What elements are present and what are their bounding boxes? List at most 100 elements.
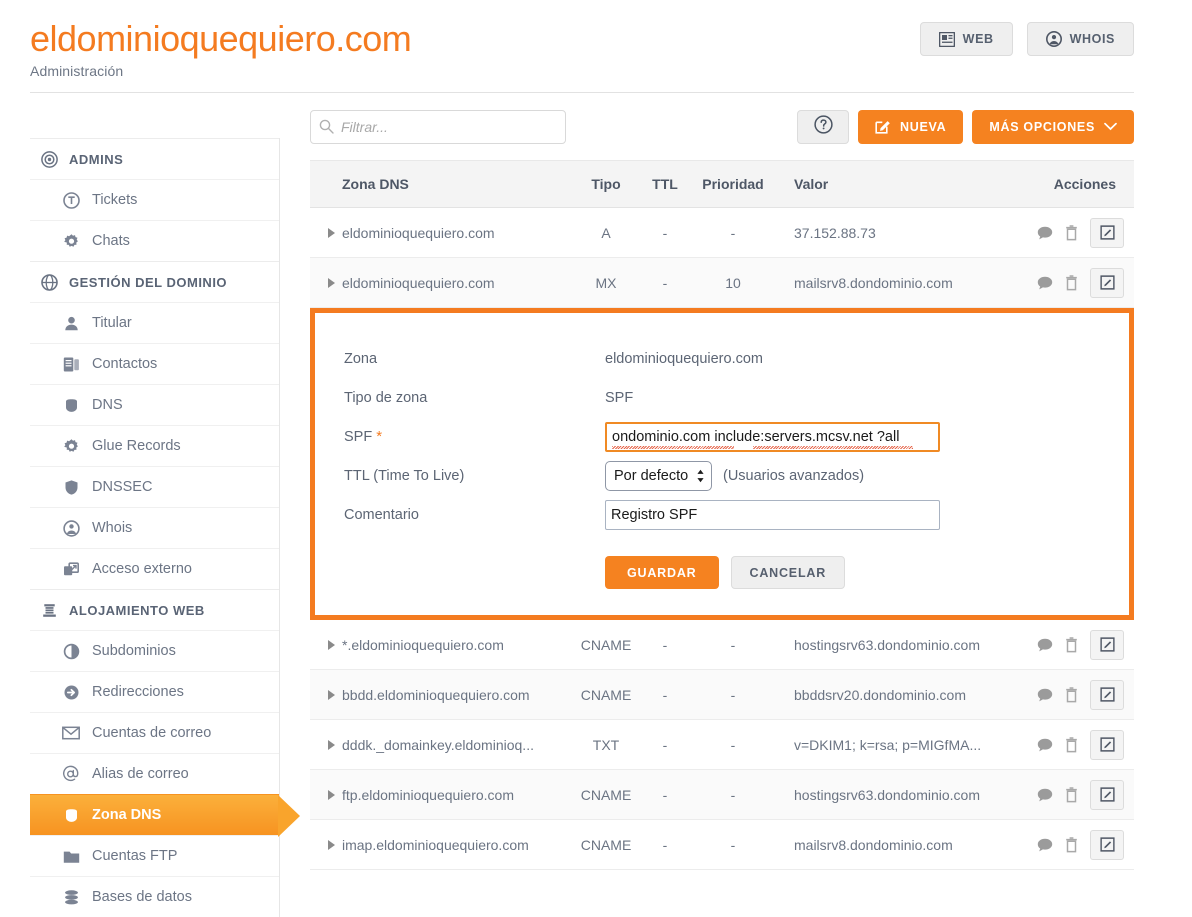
cell-zone: eldominioquequiero.com <box>342 274 495 291</box>
sidebar: ADMINS Tickets Chats GESTIÓN DEL DOMINIO… <box>30 138 300 917</box>
cell-value: hostingsrv63.dondominio.com <box>794 636 980 653</box>
caret-right-icon[interactable] <box>328 739 335 750</box>
sidebar-item-dns[interactable]: DNS <box>30 384 279 425</box>
sidebar-item-label: Zona DNS <box>92 807 162 823</box>
page-layout: ADMINS Tickets Chats GESTIÓN DEL DOMINIO… <box>0 80 1192 917</box>
sidebar-item-cuentas-de-correo[interactable]: Cuentas de correo <box>30 712 279 753</box>
comment-input[interactable] <box>605 499 940 530</box>
edit-square-icon[interactable] <box>1090 217 1124 248</box>
caret-right-icon[interactable] <box>328 639 335 650</box>
expand-cell[interactable] <box>310 839 342 850</box>
column-header-type: Tipo <box>591 176 621 192</box>
sidebar-item-tickets[interactable]: Tickets <box>30 179 279 220</box>
expand-cell[interactable] <box>310 789 342 800</box>
shield-icon <box>62 478 80 496</box>
arrow-circle-icon <box>62 683 80 701</box>
record-edit-panel: Zona eldominioquequiero.com Tipo de zona… <box>310 308 1134 620</box>
save-button[interactable]: GUARDAR <box>605 556 719 589</box>
search-input[interactable] <box>310 110 566 144</box>
caret-right-icon[interactable] <box>328 689 335 700</box>
table-row[interactable]: *.eldominioquequiero.com CNAME - - hosti… <box>310 620 1134 670</box>
table-row[interactable]: dddk._domainkey.eldominioq... TXT - - v=… <box>310 720 1134 770</box>
edit-square-icon[interactable] <box>1090 679 1124 710</box>
expand-cell[interactable] <box>310 689 342 700</box>
cell-value: 37.152.88.73 <box>794 224 876 241</box>
sidebar-item-glue-records[interactable]: Glue Records <box>30 425 279 466</box>
form-row-comment: Comentario <box>315 495 1129 534</box>
table-row[interactable]: eldominioquequiero.com A - - 37.152.88.7… <box>310 208 1134 258</box>
form-row-spf: SPF * <box>315 417 1129 456</box>
edit-square-icon[interactable] <box>1090 829 1124 860</box>
edit-square-icon[interactable] <box>1090 267 1124 298</box>
sidebar-item-label: Chats <box>92 233 130 249</box>
more-options-button[interactable]: MÁS OPCIONES <box>972 110 1134 144</box>
sidebar-item-titular[interactable]: Titular <box>30 302 279 343</box>
sidebar-item-zona-dns[interactable]: Zona DNS <box>30 794 300 837</box>
table-row[interactable]: imap.eldominioquequiero.com CNAME - - ma… <box>310 820 1134 870</box>
trash-icon[interactable] <box>1065 224 1078 241</box>
table-row[interactable]: ftp.eldominioquequiero.com CNAME - - hos… <box>310 770 1134 820</box>
caret-right-icon[interactable] <box>328 277 335 288</box>
trash-icon[interactable] <box>1065 636 1078 653</box>
sidebar-item-dnssec[interactable]: DNSSEC <box>30 466 279 507</box>
expand-cell[interactable] <box>310 639 342 650</box>
column-header-value: Valor <box>794 176 829 192</box>
badge-icon <box>62 806 80 824</box>
speech-bubble-icon[interactable] <box>1037 226 1053 240</box>
expand-cell[interactable] <box>310 227 342 238</box>
sidebar-item-contactos[interactable]: Contactos <box>30 343 279 384</box>
table-row[interactable]: bbdd.eldominioquequiero.com CNAME - - bb… <box>310 670 1134 720</box>
edit-square-icon[interactable] <box>1090 629 1124 660</box>
expand-cell[interactable] <box>310 739 342 750</box>
speech-bubble-icon[interactable] <box>1037 738 1053 752</box>
value-zone: eldominioquequiero.com <box>605 350 763 367</box>
trash-icon[interactable] <box>1065 836 1078 853</box>
speech-bubble-icon[interactable] <box>1037 688 1053 702</box>
caret-right-icon[interactable] <box>328 227 335 238</box>
cancel-button[interactable]: CANCELAR <box>730 556 846 589</box>
trash-icon[interactable] <box>1065 786 1078 803</box>
speech-bubble-icon[interactable] <box>1037 638 1053 652</box>
speech-bubble-icon[interactable] <box>1037 276 1053 290</box>
sidebar-item-cuentas-ftp[interactable]: Cuentas FTP <box>30 835 279 876</box>
sidebar-item-subdominios[interactable]: Subdominios <box>30 630 279 671</box>
form-buttons: GUARDAR CANCELAR <box>315 556 1129 589</box>
caret-right-icon[interactable] <box>328 789 335 800</box>
caret-right-icon[interactable] <box>328 839 335 850</box>
speech-bubble-icon[interactable] <box>1037 788 1053 802</box>
ttl-select[interactable]: Por defecto <box>605 460 712 491</box>
cell-value: mailsrv8.dondominio.com <box>794 274 953 291</box>
table-row[interactable]: eldominioquequiero.com MX - 10 mailsrv8.… <box>310 258 1134 308</box>
contacts-icon <box>62 355 80 373</box>
trash-icon[interactable] <box>1065 686 1078 703</box>
label-zone-type: Tipo de zona <box>344 389 428 406</box>
new-record-button[interactable]: NUEVA <box>858 110 964 144</box>
expand-cell[interactable] <box>310 277 342 288</box>
user-circle-icon <box>62 519 80 537</box>
cell-zone: eldominioquequiero.com <box>342 224 495 241</box>
sidebar-item-bases-de-datos[interactable]: Bases de datos <box>30 876 279 917</box>
edit-square-icon[interactable] <box>1090 729 1124 760</box>
sidebar-item-label: Alias de correo <box>92 766 189 782</box>
sidebar-item-redirecciones[interactable]: Redirecciones <box>30 671 279 712</box>
speech-bubble-icon[interactable] <box>1037 838 1053 852</box>
trash-icon[interactable] <box>1065 736 1078 753</box>
sidebar-item-label: Bases de datos <box>92 889 192 905</box>
sidebar-item-chats[interactable]: Chats <box>30 220 279 261</box>
sidebar-item-acceso-externo[interactable]: Acceso externo <box>30 548 279 589</box>
cell-ttl: - <box>662 736 668 753</box>
badge-icon <box>62 396 80 414</box>
help-button[interactable] <box>797 110 850 144</box>
sidebar-item-alias-de-correo[interactable]: Alias de correo <box>30 753 279 794</box>
database-icon <box>62 888 80 906</box>
sidebar-group-gestion-del-dominio: GESTIÓN DEL DOMINIO <box>30 261 279 302</box>
web-button[interactable]: WEB <box>919 22 1013 56</box>
whois-button[interactable]: WHOIS <box>1026 22 1134 56</box>
trash-icon[interactable] <box>1065 274 1078 291</box>
edit-square-icon[interactable] <box>1090 779 1124 810</box>
toolbar-actions: NUEVA MÁS OPCIONES <box>797 110 1134 144</box>
sidebar-item-label: Tickets <box>92 192 138 208</box>
cell-actions <box>1014 779 1134 810</box>
spf-input[interactable] <box>605 421 940 452</box>
sidebar-item-whois[interactable]: Whois <box>30 507 279 548</box>
